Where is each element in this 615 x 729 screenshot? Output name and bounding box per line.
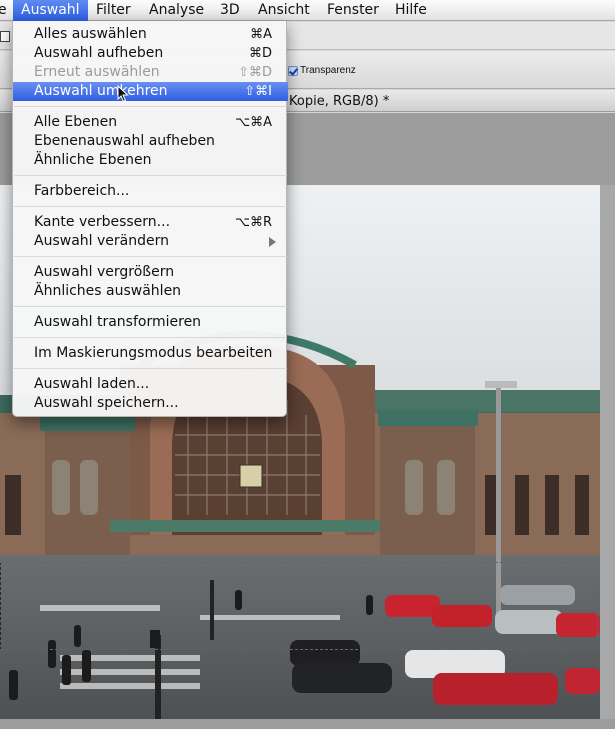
menu-separator bbox=[14, 337, 287, 338]
shortcut-label: ⌘A bbox=[250, 27, 272, 42]
menu-item-label: Alles auswählen bbox=[34, 26, 147, 42]
menu-item-label: Im Maskierungsmodus bearbeiten bbox=[34, 345, 273, 361]
menu-item-label: Erneut auswählen bbox=[34, 64, 160, 80]
menu-item-label: Kante verbessern... bbox=[34, 214, 171, 230]
menu-item-maskierungsmodus[interactable]: Im Maskierungsmodus bearbeiten bbox=[13, 344, 288, 363]
menu-item-label: Auswahl aufheben bbox=[34, 45, 164, 61]
menu-item-label: Auswahl verändern bbox=[34, 233, 169, 249]
menu-3d[interactable]: 3D bbox=[220, 0, 240, 21]
canvas-edge bbox=[600, 185, 615, 719]
mouse-pointer-icon bbox=[117, 85, 129, 103]
menu-item-label: Auswahl laden... bbox=[34, 376, 150, 392]
document-tab-title: Kopie, RGB/8) * bbox=[289, 94, 390, 109]
menu-item-alles-auswaehlen[interactable]: Alles auswählen ⌘A bbox=[13, 25, 288, 44]
menu-item-aehnliches-auswaehlen[interactable]: Ähnliches auswählen bbox=[13, 282, 288, 301]
menu-item-auswahl-laden[interactable]: Auswahl laden... bbox=[13, 375, 288, 394]
menu-separator bbox=[14, 106, 287, 107]
menu-ebene[interactable]: e bbox=[0, 0, 7, 21]
transparency-checkbox[interactable] bbox=[288, 66, 298, 76]
menu-filter[interactable]: Filter bbox=[96, 0, 131, 21]
menu-item-auswahl-speichern[interactable]: Auswahl speichern... bbox=[13, 394, 288, 413]
menu-item-alle-ebenen[interactable]: Alle Ebenen ⌥⌘A bbox=[13, 113, 288, 132]
submenu-arrow-icon bbox=[269, 237, 276, 247]
menu-item-farbbereich[interactable]: Farbbereich... bbox=[13, 182, 288, 201]
menu-item-label: Ähnliches auswählen bbox=[34, 283, 182, 299]
auswahl-dropdown-menu: Alles auswählen ⌘A Auswahl aufheben ⌘D E… bbox=[12, 21, 288, 417]
marquee-tool-icon[interactable] bbox=[0, 31, 10, 42]
shortcut-label: ⌥⌘R bbox=[234, 215, 272, 230]
menu-separator bbox=[14, 368, 287, 369]
menu-auswahl[interactable]: Auswahl bbox=[13, 0, 88, 21]
menu-fenster[interactable]: Fenster bbox=[327, 0, 379, 21]
menu-item-auswahl-transformieren[interactable]: Auswahl transformieren bbox=[13, 313, 288, 332]
menu-analyse[interactable]: Analyse bbox=[149, 0, 204, 21]
menu-ansicht[interactable]: Ansicht bbox=[258, 0, 310, 21]
shortcut-label: ⌥⌘A bbox=[235, 115, 272, 130]
shortcut-label: ⇧⌘D bbox=[238, 65, 272, 80]
menu-item-aehnliche-ebenen[interactable]: Ähnliche Ebenen bbox=[13, 151, 288, 170]
menu-item-label: Auswahl umkehren bbox=[34, 83, 168, 99]
shortcut-label: ⌘D bbox=[248, 46, 272, 61]
menu-item-label: Auswahl transformieren bbox=[34, 314, 202, 330]
menu-item-label: Ähnliche Ebenen bbox=[34, 152, 152, 168]
menu-separator bbox=[14, 206, 287, 207]
menu-item-label: Alle Ebenen bbox=[34, 114, 118, 130]
menu-item-auswahl-aufheben[interactable]: Auswahl aufheben ⌘D bbox=[13, 44, 288, 63]
menu-item-auswahl-vergroessern[interactable]: Auswahl vergrößern bbox=[13, 263, 288, 282]
menu-hilfe[interactable]: Hilfe bbox=[395, 0, 427, 21]
menu-item-label: Auswahl speichern... bbox=[34, 395, 179, 411]
menu-item-label: Farbbereich... bbox=[34, 183, 130, 199]
menu-separator bbox=[14, 175, 287, 176]
menu-item-erneut-auswaehlen: Erneut auswählen ⇧⌘D bbox=[13, 63, 288, 82]
menu-item-auswahl-umkehren[interactable]: Auswahl umkehren ⇧⌘I bbox=[13, 82, 288, 101]
shortcut-label: ⇧⌘I bbox=[244, 84, 272, 99]
menu-item-label: Auswahl vergrößern bbox=[34, 264, 175, 280]
menu-item-ebenenauswahl-aufheben[interactable]: Ebenenauswahl aufheben bbox=[13, 132, 288, 151]
menu-bar: e Auswahl Filter Analyse 3D Ansicht Fens… bbox=[0, 0, 615, 21]
transparency-label: Transparenz bbox=[300, 65, 356, 76]
menu-separator bbox=[14, 306, 287, 307]
menu-item-label: Ebenenauswahl aufheben bbox=[34, 133, 215, 149]
menu-item-auswahl-veraendern[interactable]: Auswahl verändern bbox=[13, 232, 288, 251]
menu-item-kante-verbessern[interactable]: Kante verbessern... ⌥⌘R bbox=[13, 213, 288, 232]
selection-marquee bbox=[0, 562, 598, 650]
menu-separator bbox=[14, 256, 287, 257]
